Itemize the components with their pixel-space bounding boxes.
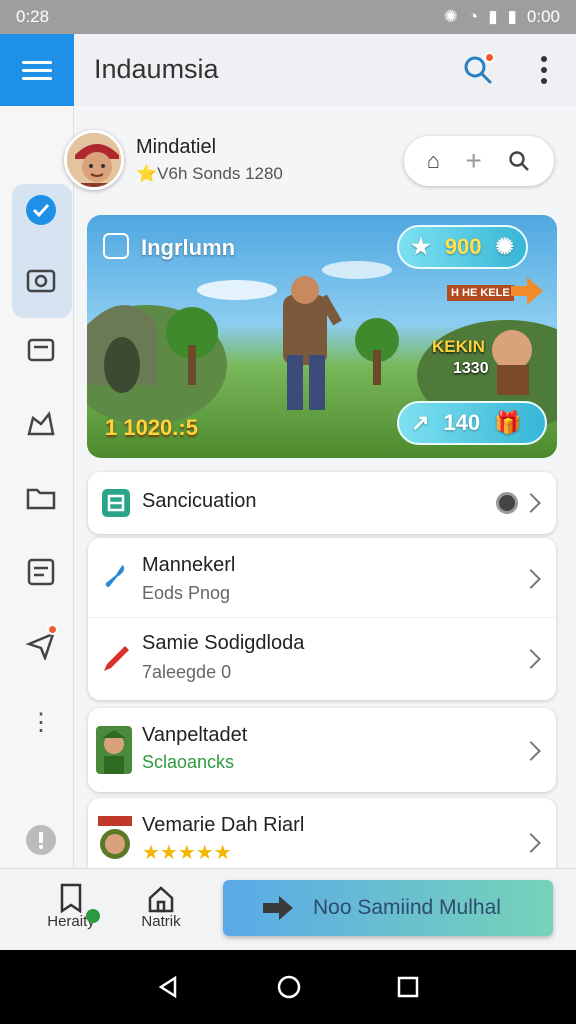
search-button[interactable] [460,52,496,88]
item-subtitle: Eods Pnog [142,583,231,603]
profile-subtitle: ⭐V6h Sonds 1280 [136,164,283,183]
back-icon[interactable] [157,975,181,999]
item-title: Mannekerl [142,554,236,576]
card-icon[interactable] [23,332,59,368]
profile-header: Mindatiel ⭐V6h Sonds 1280 ⌂ + [64,128,564,198]
chevron-right-icon [521,649,541,669]
banner-title: Ingrlumn [141,235,236,260]
chevron-right-icon [521,493,541,513]
avatar[interactable] [64,130,124,190]
menu-button[interactable] [0,34,74,106]
more-vert-icon[interactable]: ⋮ [23,704,59,740]
app-bar: Indaumsia [0,34,576,106]
hamburger-icon [22,56,52,85]
add-icon[interactable]: + [465,145,481,177]
cta-label: Noo Samiind Mulhal [313,896,501,919]
arrow-right-icon[interactable] [511,277,543,305]
game-card[interactable]: Vanpeltadet Sclaoancks [88,708,556,792]
home-icon [126,879,196,913]
home-nav-icon[interactable] [276,974,302,1000]
banner-badge-icon [103,233,129,259]
profile-name: Mindatiel [136,136,217,158]
primary-cta-button[interactable]: Noo Samiind Mulhal [223,880,553,936]
section-title: Sancicuation [142,490,257,512]
game-thumbnail [96,726,132,774]
notification-dot [484,52,495,63]
app-title: Indaumsia [94,54,219,84]
wifi-icon: ◔ [467,7,479,26]
item-title: Samie Sodigdloda [142,632,305,654]
reward-pill[interactable]: ↗ 140 🎁 [397,401,547,445]
coins-pill[interactable]: ★ 900 ✺ [397,225,528,269]
settings-icon: ✺ [495,234,514,259]
brush-icon [100,560,132,592]
items-card: Mannekerl Eods Pnog Samie Sodigdloda 7al… [88,538,556,700]
game-rating: ★★★★★ [142,842,232,864]
share-icon: ↗ [411,410,430,435]
home-badge-icon[interactable]: ⌂ [427,148,440,174]
bottom-bar: Heraity Natrik Noo Samiind Mulhal [0,868,576,950]
document-icon [100,487,132,519]
gift-icon: 🎁 [494,410,522,435]
signal-icon: ▮ [488,7,498,26]
hero-label: KEKIN [432,337,485,356]
chevron-right-icon [521,833,541,853]
chevron-right-icon [521,741,541,761]
status-clock: 0:00 [526,7,560,26]
coins-value: 900 [444,234,482,259]
camera-folder-icon[interactable] [23,261,59,297]
more-options-icon[interactable] [532,54,556,86]
game-banner[interactable]: Ingrlumn ★ 900 ✺ H HE KELE KEKIN 1330 1 … [87,215,557,458]
gear-status-icon: ✺ [443,7,458,26]
list-item[interactable]: Mannekerl Eods Pnog [88,538,556,618]
bookmark-icon [36,879,106,913]
status-bar: 0:28 ✺ ◔ ▮ ▮ 0:00 [0,0,576,34]
nav-rail: ⋮ [0,106,74,868]
status-time: 0:28 [16,7,50,26]
pencil-icon [100,642,132,674]
check-icon[interactable] [23,192,59,228]
game-title: Vemarie Dah Riarl [142,814,305,836]
star-icon: ★ [411,234,431,259]
recents-icon[interactable] [397,976,419,998]
reward-value: 140 [443,410,481,435]
info-icon[interactable] [23,822,59,858]
tab-heraity[interactable]: Heraity [36,879,106,943]
folder-icon[interactable] [23,480,59,516]
level-tag: H HE KELE [447,285,514,301]
profile-actions: ⌂ + [404,136,554,186]
arrow-right-icon [263,896,293,920]
search-icon[interactable] [507,149,531,173]
game-subtitle: Sclaoancks [142,752,235,772]
banner-score: 1 1020.:5 [105,415,198,440]
item-subtitle: 7aleegde 0 [142,662,232,682]
map-icon[interactable] [23,406,59,442]
battery-icon: ▮ [507,7,517,26]
section-card[interactable]: Sancicuation [88,472,556,534]
badge-dot [86,909,100,923]
list-icon[interactable] [23,554,59,590]
system-nav-bar [0,950,576,1024]
record-icon [496,492,518,514]
game-card[interactable]: Vemarie Dah Riarl ★★★★★ [88,798,556,868]
chevron-right-icon [521,569,541,589]
list-item[interactable]: Samie Sodigdloda 7aleegde 0 [88,618,556,700]
tab-natrik[interactable]: Natrik [126,879,196,943]
tab-label: Natrik [141,913,181,930]
game-title: Vanpeltadet [142,724,248,746]
notification-dot [47,624,58,635]
game-thumbnail [96,814,134,864]
hero-number: 1330 [453,360,489,377]
send-icon[interactable] [23,624,59,662]
